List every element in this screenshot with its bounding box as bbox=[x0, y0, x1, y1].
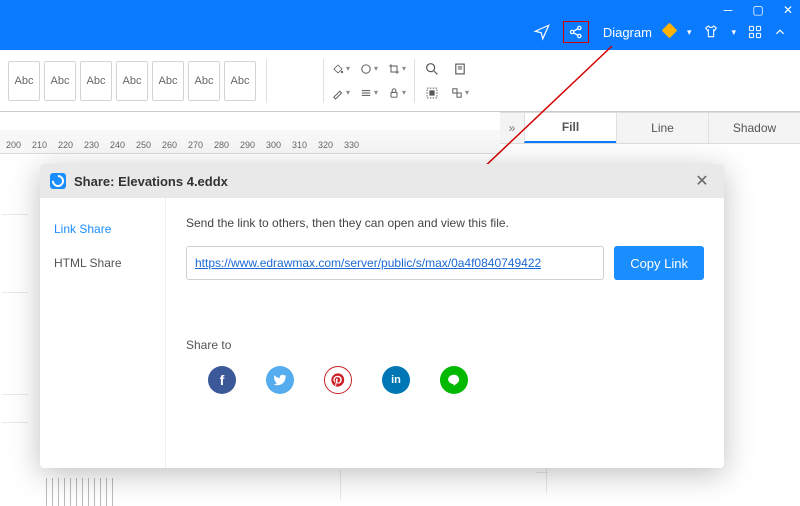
minimize-button[interactable]: ─ bbox=[722, 4, 734, 16]
diagram-label[interactable]: Diagram bbox=[603, 25, 652, 40]
ribbon: Abc Abc Abc Abc Abc Abc Abc ▾ ▾ ▾ ▾ ▾ ▾ … bbox=[0, 50, 800, 112]
ruler-tick: 240 bbox=[110, 140, 125, 150]
fill-bucket-icon[interactable]: ▾ bbox=[332, 60, 350, 78]
style-buttons-group: Abc Abc Abc Abc Abc Abc Abc bbox=[6, 61, 258, 101]
close-window-button[interactable]: ✕ bbox=[782, 4, 794, 16]
ruler-tick: 270 bbox=[188, 140, 203, 150]
style-button[interactable]: Abc bbox=[116, 61, 148, 101]
zoom-icon[interactable] bbox=[423, 60, 441, 78]
pinterest-icon[interactable] bbox=[324, 366, 352, 394]
dialog-title: Share: Elevations 4.eddx bbox=[74, 174, 690, 189]
facebook-icon[interactable]: f bbox=[208, 366, 236, 394]
window-controls: ─ ▢ ✕ bbox=[722, 4, 794, 16]
style-button[interactable]: Abc bbox=[80, 61, 112, 101]
close-dialog-button[interactable]: ✕ bbox=[690, 169, 714, 193]
share-dialog: Share: Elevations 4.eddx ✕ Link Share HT… bbox=[40, 164, 724, 468]
style-button[interactable]: Abc bbox=[152, 61, 184, 101]
caret-down-1-icon[interactable]: ▾ bbox=[687, 27, 692, 38]
separator bbox=[414, 59, 415, 103]
crop-icon[interactable]: ▾ bbox=[388, 60, 406, 78]
line-icon[interactable] bbox=[440, 366, 468, 394]
maximize-button[interactable]: ▢ bbox=[752, 4, 764, 16]
share-to-label: Share to bbox=[186, 338, 704, 352]
ruler-tick: 330 bbox=[344, 140, 359, 150]
linkedin-icon[interactable]: in bbox=[382, 366, 410, 394]
separator bbox=[323, 59, 324, 103]
dialog-header: Share: Elevations 4.eddx ✕ bbox=[40, 164, 724, 198]
style-button[interactable]: Abc bbox=[188, 61, 220, 101]
tab-html-share[interactable]: HTML Share bbox=[40, 246, 165, 280]
ruler-tick: 250 bbox=[136, 140, 151, 150]
copy-link-button[interactable]: Copy Link bbox=[614, 246, 704, 280]
ruler-tick: 260 bbox=[162, 140, 177, 150]
ruler-tick: 290 bbox=[240, 140, 255, 150]
chevron-up-icon[interactable] bbox=[774, 26, 786, 38]
lock-icon[interactable]: ▾ bbox=[388, 84, 406, 102]
shape-circle-icon[interactable]: ▾ bbox=[360, 60, 378, 78]
separator bbox=[266, 59, 267, 103]
ruler-tick: 310 bbox=[292, 140, 307, 150]
ruler-tick: 210 bbox=[32, 140, 47, 150]
title-bar: ─ ▢ ✕ Diagram ▾ ▾ bbox=[0, 0, 800, 50]
ruler-tick: 220 bbox=[58, 140, 73, 150]
tshirt-icon[interactable] bbox=[703, 24, 719, 40]
ruler-tick: 200 bbox=[6, 140, 21, 150]
share-url-box[interactable]: https://www.edrawmax.com/server/public/s… bbox=[186, 246, 604, 280]
share-icons-row: f in bbox=[186, 366, 704, 394]
app-logo-icon bbox=[50, 173, 66, 189]
ruler-tick: 230 bbox=[84, 140, 99, 150]
ruler-tick: 320 bbox=[318, 140, 333, 150]
dialog-description: Send the link to others, then they can o… bbox=[186, 216, 704, 230]
grid-icon[interactable] bbox=[748, 25, 762, 39]
page-icon[interactable] bbox=[451, 60, 469, 78]
share-icon[interactable] bbox=[563, 21, 589, 43]
style-button[interactable]: Abc bbox=[44, 61, 76, 101]
ruler: 200 210 220 230 240 250 260 270 280 290 … bbox=[0, 130, 500, 154]
select-icon[interactable] bbox=[423, 84, 441, 102]
twitter-icon[interactable] bbox=[266, 366, 294, 394]
ruler-tick: 280 bbox=[214, 140, 229, 150]
caret-down-2-icon[interactable]: ▾ bbox=[731, 27, 736, 38]
tab-shadow[interactable]: Shadow bbox=[708, 113, 800, 143]
share-url-link[interactable]: https://www.edrawmax.com/server/public/s… bbox=[195, 256, 541, 270]
tab-line[interactable]: Line bbox=[616, 113, 708, 143]
dialog-main: Send the link to others, then they can o… bbox=[166, 198, 724, 468]
send-icon[interactable] bbox=[533, 23, 551, 41]
premium-icon[interactable] bbox=[664, 25, 675, 39]
collapse-panel-icon[interactable]: » bbox=[500, 113, 524, 143]
side-panel-tabs: » Fill Line Shadow bbox=[500, 112, 800, 144]
hatch-pattern bbox=[40, 478, 120, 506]
dialog-sidebar: Link Share HTML Share bbox=[40, 198, 166, 468]
line-style-icon[interactable]: ▾ bbox=[360, 84, 378, 102]
group-icon[interactable]: ▾ bbox=[451, 84, 469, 102]
style-button[interactable]: Abc bbox=[8, 61, 40, 101]
tab-link-share[interactable]: Link Share bbox=[40, 212, 165, 246]
ruler-tick: 300 bbox=[266, 140, 281, 150]
tab-fill[interactable]: Fill bbox=[524, 113, 616, 143]
style-button[interactable]: Abc bbox=[224, 61, 256, 101]
pen-icon[interactable]: ▾ bbox=[332, 84, 350, 102]
